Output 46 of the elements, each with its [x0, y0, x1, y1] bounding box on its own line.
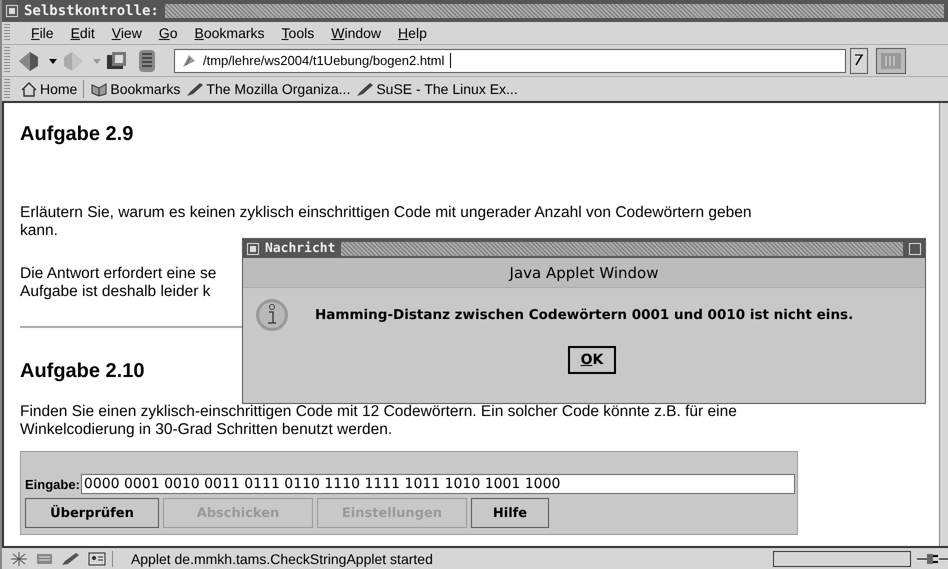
book-icon: [90, 81, 108, 97]
paragraph-line: Die Antwort erfordert eine se: [20, 265, 216, 283]
paragraph-line: Aufgabe ist deshalb leider k: [20, 283, 210, 301]
url-dropdown-icon[interactable]: [850, 48, 868, 74]
applet-button[interactable]: Hilfe: [471, 498, 549, 528]
section-heading: Aufgabe 2.10: [20, 360, 144, 383]
info-icon: [255, 298, 289, 332]
input-label: Eingabe:: [25, 476, 80, 492]
applet-button[interactable]: Überprüfen: [25, 498, 159, 528]
pen-icon: [186, 81, 204, 97]
paragraph-line: Winkelcodierung in 30-Grad Schritten benutzt werden.: [20, 421, 392, 439]
paragraph-line: kann.: [20, 222, 58, 240]
input-field[interactable]: 0000 0001 0010 0011 0111 0110 1110 1111 1011 1010 1001 1000: [80, 474, 795, 494]
home-icon: [20, 81, 38, 97]
pen-icon: [356, 81, 374, 97]
contact-icon[interactable]: [86, 550, 106, 566]
address-field[interactable]: /tmp/lehre/ws2004/t1Uebung/bogen2.html: [174, 48, 846, 72]
window-title: Selbstkontrolle:: [24, 3, 159, 19]
dialog-message: Hamming-Distanz zwischen Codewörtern 0001 und 0010 ist nicht eins.: [315, 307, 854, 323]
bookmark-item[interactable]: Bookmarks: [90, 81, 180, 97]
menu-item[interactable]: Go: [158, 25, 178, 41]
window-menu-icon[interactable]: [247, 242, 259, 254]
status-text: Applet de.mmkh.tams.CheckStringApplet started: [112, 550, 767, 566]
menu-item[interactable]: Tools: [282, 25, 314, 41]
menu-item[interactable]: Help: [398, 25, 427, 41]
bookmark-item[interactable]: SuSE - The Linux Ex...: [356, 81, 518, 97]
page-icon: [181, 52, 197, 68]
paragraph-line: Finden Sie einen zyklisch-einschrittigen Code mit 12 Codewörtern. Ein solcher Code könnte z.B. für eine: [20, 403, 737, 421]
bookmark-item[interactable]: The Mozilla Organiza...: [186, 81, 350, 97]
ok-button[interactable]: OK: [568, 346, 616, 374]
paragraph-line: Erläutern Sie, warum es keinen zyklisch einschrittigen Code mit ungerader Anzahl von Codewörtern geben: [20, 204, 752, 222]
bookmark-item[interactable]: Home: [20, 81, 78, 97]
scrollbar[interactable]: [939, 103, 948, 546]
maximize-icon[interactable]: [909, 242, 921, 254]
menu-item[interactable]: Edit: [70, 25, 95, 41]
menu-item[interactable]: File: [31, 25, 54, 41]
pen-icon[interactable]: [60, 550, 80, 566]
network-icon[interactable]: [8, 550, 28, 566]
go-icon[interactable]: [876, 48, 906, 74]
menu-item[interactable]: Bookmarks: [194, 25, 265, 41]
section-heading: Aufgabe 2.9: [20, 123, 134, 146]
menu-item[interactable]: View: [112, 25, 142, 41]
applet-warning-banner: Java Applet Window: [243, 258, 925, 288]
dialog-title: Nachricht: [265, 241, 336, 256]
menu-item[interactable]: Window: [331, 25, 382, 41]
window-menu-icon[interactable]: [6, 5, 18, 17]
